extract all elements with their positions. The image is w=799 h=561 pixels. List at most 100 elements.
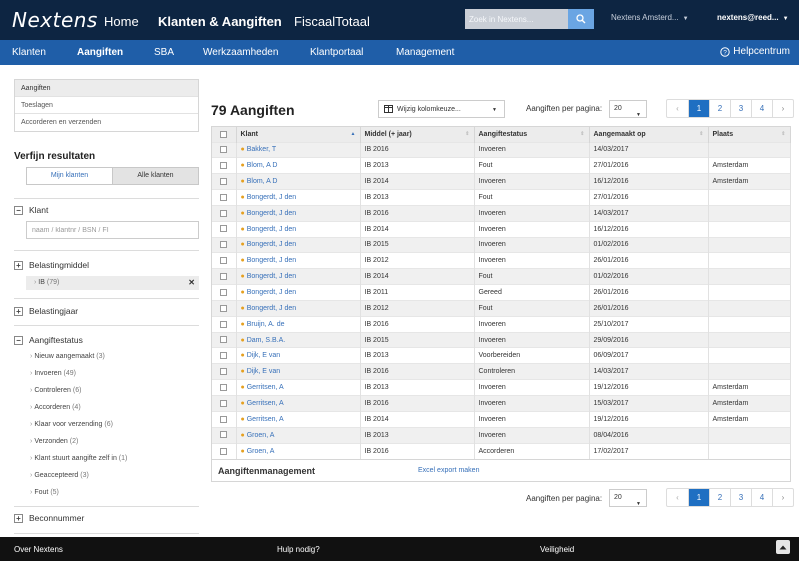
row-checkbox[interactable] bbox=[212, 315, 237, 333]
status-item[interactable]: › Geaccepteerd (3) bbox=[30, 472, 127, 489]
table-row[interactable]: ● Bruijn, A. de IB 2016 Invoeren 25/10/2017 bbox=[212, 315, 791, 333]
column-select-dropdown[interactable]: Wijzig kolomkeuze... ▼ bbox=[378, 100, 505, 118]
scroll-to-top-button[interactable] bbox=[776, 540, 790, 554]
cell-klant[interactable]: ● Dijk, E van bbox=[236, 363, 361, 380]
row-checkbox[interactable] bbox=[212, 363, 237, 380]
cell-klant[interactable]: ● Bakker, T bbox=[236, 141, 361, 158]
page-next[interactable]: › bbox=[772, 100, 793, 117]
klant-link[interactable]: Bongerdt, J den bbox=[247, 241, 296, 248]
column-header-aangiftestatus[interactable]: Aangiftestatus ⇕ bbox=[474, 127, 590, 142]
subnav-klantportaal[interactable]: Klantportaal bbox=[310, 47, 363, 58]
nav-home[interactable]: Home bbox=[104, 14, 139, 29]
cell-klant[interactable]: ● Bongerdt, J den bbox=[236, 284, 361, 301]
table-row[interactable]: ● Blom, A D IB 2014 Invoeren 16/12/2016 Amste… bbox=[212, 173, 791, 190]
row-checkbox[interactable] bbox=[212, 141, 237, 158]
table-row[interactable]: ● Bongerdt, J den IB 2012 Invoeren 26/01/201… bbox=[212, 252, 791, 269]
cell-klant[interactable]: ● Bruijn, A. de bbox=[236, 315, 361, 333]
cell-klant[interactable]: ● Groen, A bbox=[236, 442, 361, 459]
user-dropdown[interactable]: nextens@reed... ▼ bbox=[717, 13, 789, 22]
table-row[interactable]: ● Bakker, T IB 2016 Invoeren 14/03/2017 bbox=[212, 141, 791, 158]
row-checkbox[interactable] bbox=[212, 236, 237, 253]
cell-klant[interactable]: ● Bongerdt, J den bbox=[236, 204, 361, 222]
column-header-middel[interactable]: Middel (+ jaar) ⇕ bbox=[360, 127, 475, 142]
nav-klanten-aangiften[interactable]: Klanten & Aangiften bbox=[158, 14, 282, 29]
row-checkbox[interactable] bbox=[212, 379, 237, 396]
klant-link[interactable]: Gerritsen, A bbox=[247, 400, 284, 407]
row-checkbox[interactable] bbox=[212, 426, 237, 444]
status-item[interactable]: › Verzonden (2) bbox=[30, 438, 127, 455]
cell-klant[interactable]: ● Blom, A D bbox=[236, 173, 361, 190]
row-checkbox[interactable] bbox=[212, 410, 237, 428]
page-prev[interactable]: ‹ bbox=[667, 489, 688, 506]
klant-search-input[interactable] bbox=[26, 221, 199, 239]
per-page-select[interactable]: 20 ▼ bbox=[609, 100, 647, 118]
klant-link[interactable]: Dijk, E van bbox=[247, 352, 280, 359]
row-checkbox[interactable] bbox=[212, 204, 237, 222]
toggle-mijn-klanten[interactable]: Mijn klanten bbox=[27, 168, 112, 184]
page-next[interactable]: › bbox=[772, 489, 793, 506]
nextens-logo[interactable]: Nextens bbox=[12, 8, 98, 32]
page-1[interactable]: 1 bbox=[688, 489, 709, 506]
subnav-sba[interactable]: SBA bbox=[154, 47, 174, 58]
excel-export-link[interactable]: Excel export maken bbox=[418, 467, 479, 474]
page-3[interactable]: 3 bbox=[730, 489, 751, 506]
column-header-aangemaakt-op[interactable]: Aangemaakt op ⇕ bbox=[589, 127, 709, 142]
status-item[interactable]: › Fout (5) bbox=[30, 489, 127, 506]
cell-klant[interactable]: ● Gerritsen, A bbox=[236, 410, 361, 428]
sidebar-link-accorderen[interactable]: Accorderen en verzenden bbox=[15, 114, 198, 131]
table-row[interactable]: ● Blom, A D IB 2013 Fout 27/01/2016 Amsterdam bbox=[212, 157, 791, 174]
status-item[interactable]: › Controleren (6) bbox=[30, 387, 127, 404]
klant-link[interactable]: Bongerdt, J den bbox=[247, 226, 296, 233]
table-row[interactable]: ● Gerritsen, A IB 2013 Invoeren 19/12/2016 Am… bbox=[212, 379, 791, 396]
remove-filter-icon[interactable]: ✕ bbox=[188, 276, 195, 290]
row-checkbox[interactable] bbox=[212, 173, 237, 190]
subnav-klanten[interactable]: Klanten bbox=[12, 47, 46, 58]
row-checkbox[interactable] bbox=[212, 220, 237, 238]
row-checkbox[interactable] bbox=[212, 299, 237, 317]
office-dropdown[interactable]: Nextens Amsterd... ▼ bbox=[611, 13, 689, 22]
status-item[interactable]: › Klant stuurt aangifte zelf in (1) bbox=[30, 455, 127, 472]
facet-belastingmiddel[interactable]: + Belastingmiddel bbox=[14, 260, 89, 270]
klant-link[interactable]: Groen, A bbox=[247, 432, 275, 439]
cell-klant[interactable]: ● Bongerdt, J den bbox=[236, 236, 361, 253]
cell-klant[interactable]: ● Groen, A bbox=[236, 426, 361, 444]
column-header-plaats[interactable]: Plaats ⇕ bbox=[708, 127, 791, 142]
row-checkbox[interactable] bbox=[212, 268, 237, 285]
status-item[interactable]: › Invoeren (49) bbox=[30, 370, 127, 387]
klant-link[interactable]: Bongerdt, J den bbox=[247, 289, 296, 296]
klant-link[interactable]: Blom, A D bbox=[247, 178, 278, 185]
klant-link[interactable]: Gerritsen, A bbox=[247, 416, 284, 423]
klant-link[interactable]: Groen, A bbox=[247, 448, 275, 455]
page-prev[interactable]: ‹ bbox=[667, 100, 688, 117]
row-checkbox[interactable] bbox=[212, 395, 237, 412]
table-row[interactable]: ● Gerritsen, A IB 2014 Invoeren 19/12/2016 Am… bbox=[212, 410, 791, 428]
cell-klant[interactable]: ● Gerritsen, A bbox=[236, 395, 361, 412]
table-row[interactable]: ● Bongerdt, J den IB 2013 Fout 27/01/2016 bbox=[212, 189, 791, 206]
klant-link[interactable]: Bongerdt, J den bbox=[247, 305, 296, 312]
page-2[interactable]: 2 bbox=[709, 100, 730, 117]
table-row[interactable]: ● Groen, A IB 2013 Invoeren 08/04/2016 bbox=[212, 426, 791, 444]
nav-fiscaaltotaal[interactable]: FiscaalTotaal bbox=[294, 14, 370, 29]
footer-veiligheid[interactable]: Veiligheid bbox=[540, 545, 574, 554]
row-checkbox[interactable] bbox=[212, 442, 237, 459]
klant-link[interactable]: Bongerdt, J den bbox=[247, 273, 296, 280]
subnav-aangiften[interactable]: Aangiften bbox=[77, 47, 123, 58]
cell-klant[interactable]: ● Bongerdt, J den bbox=[236, 299, 361, 317]
table-row[interactable]: ● Bongerdt, J den IB 2015 Invoeren 01/02/201… bbox=[212, 236, 791, 253]
table-row[interactable]: ● Dijk, E van IB 2016 Controleren 14/03/2017 bbox=[212, 363, 791, 380]
cell-klant[interactable]: ● Bongerdt, J den bbox=[236, 268, 361, 285]
row-checkbox[interactable] bbox=[212, 252, 237, 269]
klant-link[interactable]: Dam, S.B.A. bbox=[247, 337, 286, 344]
klant-link[interactable]: Blom, A D bbox=[247, 162, 278, 169]
row-checkbox[interactable] bbox=[212, 284, 237, 301]
page-4[interactable]: 4 bbox=[751, 489, 772, 506]
row-checkbox[interactable] bbox=[212, 331, 237, 348]
table-row[interactable]: ● Bongerdt, J den IB 2011 Gereed 26/01/2016 bbox=[212, 284, 791, 301]
table-row[interactable]: ● Bongerdt, J den IB 2012 Fout 26/01/2016 bbox=[212, 299, 791, 317]
per-page-select-bottom[interactable]: 20 ▼ bbox=[609, 489, 647, 507]
status-item[interactable]: › Nieuw aangemaakt (3) bbox=[30, 353, 127, 370]
klant-link[interactable]: Bongerdt, J den bbox=[247, 194, 296, 201]
table-row[interactable]: ● Bongerdt, J den IB 2014 Fout 01/02/2016 bbox=[212, 268, 791, 285]
row-checkbox[interactable] bbox=[212, 157, 237, 174]
table-row[interactable]: ● Dijk, E van IB 2013 Voorbereiden 06/09/201… bbox=[212, 347, 791, 364]
